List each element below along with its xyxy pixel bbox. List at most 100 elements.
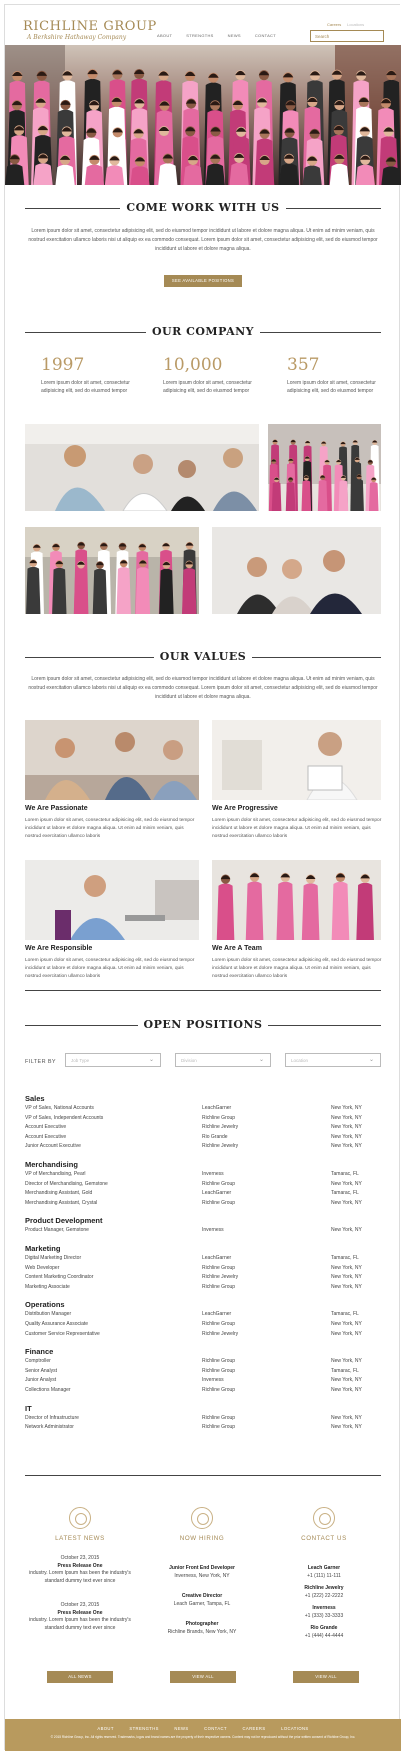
company-photo-group-pink	[268, 424, 381, 511]
job-row[interactable]: Director of Merchandising, Gemstone Richl…	[25, 1181, 385, 1190]
job-location: New York, NY	[331, 1377, 362, 1384]
job-title: Director of Merchandising, Gemstone	[25, 1180, 108, 1187]
footer-link-news[interactable]: NEWS	[174, 1726, 188, 1731]
job-row[interactable]: Junior Account Executive Richline Jewelry…	[25, 1143, 385, 1152]
see-positions-button[interactable]: SEE AVAILABLE POSITIONS	[164, 275, 242, 287]
job-location: New York, NY	[331, 1414, 362, 1421]
company-photo-executives	[212, 527, 381, 614]
job-row[interactable]: Content Marketing Coordinator Richline Je…	[25, 1274, 385, 1283]
job-row[interactable]: Quality Assurance Associate Richline Grou…	[25, 1321, 385, 1330]
nav-strengths[interactable]: STRENGTHS	[186, 33, 213, 38]
job-row[interactable]: Digital Marketing Director LeachGarner Tam…	[25, 1255, 385, 1264]
job-title: VP of Sales, Independent Accounts	[25, 1114, 104, 1121]
job-title: VP of Sales, National Accounts	[25, 1105, 94, 1111]
job-location: New York, NY	[331, 1264, 362, 1271]
job-division: Richline Group	[202, 1367, 236, 1374]
footer-link-locations[interactable]: LOCATIONS	[281, 1726, 309, 1731]
job-location: New York, NY	[331, 1358, 362, 1365]
job-row[interactable]: Merchandising Assistant, Gold LeachGarner…	[25, 1190, 385, 1199]
job-row[interactable]: Director of Infrastructure Richline Group…	[25, 1415, 385, 1424]
job-row[interactable]: Network Administrator Richline Group New Y…	[25, 1424, 385, 1433]
division-select[interactable]: Division ⌄	[175, 1053, 271, 1067]
job-location: New York, NY	[331, 1227, 362, 1234]
divider	[25, 1475, 381, 1476]
job-row[interactable]: VP of Sales, Independent Accounts Richlin…	[25, 1115, 385, 1124]
job-row[interactable]: Junior Analyst Inverness New York, NY	[25, 1377, 385, 1386]
job-division: LeachGarner	[202, 1255, 232, 1261]
job-division: Richline Jewelry	[202, 1274, 239, 1281]
job-row[interactable]: Account Executive Rio Grande New York, NY	[25, 1134, 385, 1143]
job-title: Junior Account Executive	[25, 1143, 81, 1150]
hiring-item[interactable]: Creative Director Leach Garner, Tampa, FL	[142, 1593, 262, 1608]
job-division: LeachGarner	[202, 1190, 232, 1197]
logo[interactable]: RICHLINE GROUP	[23, 19, 157, 34]
news-item[interactable]: October 23, 2015 Press Release One industr…	[20, 1602, 140, 1632]
hiring-item[interactable]: Junior Front End Developer Inverness, New…	[142, 1565, 262, 1580]
value-text-progressive: Lorem ipsum dolor sit amet, consectetur …	[212, 818, 382, 839]
news-item[interactable]: October 23, 2015 Press Release One industr…	[20, 1555, 140, 1585]
job-row[interactable]: Comptroller Richline Group New York, NY	[25, 1358, 385, 1367]
nav-news[interactable]: NEWS	[228, 33, 241, 38]
job-title: VP of Merchandising, Pearl	[25, 1171, 86, 1177]
hero-crowd-photo	[5, 45, 401, 185]
job-title: Content Marketing Coordinator	[25, 1274, 94, 1281]
job-location: New York, NY	[331, 1387, 362, 1393]
value-photo-team	[212, 860, 381, 940]
job-division: Rio Grande	[202, 1133, 228, 1140]
stat-count: 357 Lorem ipsum dolor sit amet, consecte…	[287, 355, 376, 394]
site-header: RICHLINE GROUP A Berkshire Hathaway Comp…	[5, 5, 401, 45]
job-title: Digital Marketing Director	[25, 1255, 82, 1261]
job-division: Richline Group	[202, 1283, 236, 1290]
search-input[interactable]: Search	[310, 30, 384, 42]
value-title-team: We Are A Team	[212, 945, 262, 952]
job-row[interactable]: Customer Service Representative Richline …	[25, 1331, 385, 1340]
value-title-responsible: We Are Responsible	[25, 945, 93, 952]
location-select[interactable]: Location ⌄	[285, 1053, 381, 1067]
job-division: Richline Group	[202, 1180, 236, 1187]
stat-employees: 10,000 Lorem ipsum dolor sit amet, conse…	[163, 355, 252, 394]
job-type-select[interactable]: Job Type ⌄	[65, 1053, 161, 1067]
job-title: Distribution Manager	[25, 1311, 72, 1318]
nav-about[interactable]: ABOUT	[157, 33, 172, 38]
hiring-item[interactable]: Photographer Richline Brands, New York, N…	[142, 1621, 262, 1636]
job-row[interactable]: Product Manager, Gemstone Inverness New Yo…	[25, 1227, 385, 1236]
section-title-positions: OPEN POSITIONS	[5, 1018, 401, 1032]
footer-link-careers[interactable]: CAREERS	[242, 1726, 265, 1731]
job-title: Web Developer	[25, 1264, 60, 1271]
job-location: New York, NY	[331, 1424, 362, 1431]
filter-label: FILTER BY	[25, 1059, 57, 1065]
job-division: Richline Group	[202, 1387, 236, 1393]
footer-link-strengths[interactable]: STRENGTHS	[129, 1726, 158, 1731]
job-row[interactable]: Senior Analyst Richline Group Tamarac, FL	[25, 1368, 385, 1377]
job-row[interactable]: Merchandising Assistant, Crystal Richline…	[25, 1200, 385, 1209]
job-division: Richline Group	[202, 1358, 236, 1365]
hero-image	[5, 45, 401, 185]
job-division: LeachGarner	[202, 1105, 232, 1111]
logo-tagline: A Berkshire Hathaway Company	[27, 34, 127, 41]
copyright-text: © 2015 Richline Group, Inc. All rights r…	[50, 1735, 356, 1739]
nav-contact[interactable]: CONTACT	[255, 33, 276, 38]
job-row[interactable]: Account Executive Richline Jewelry New Yor…	[25, 1124, 385, 1133]
job-row[interactable]: Collections Manager Richline Group New Yor…	[25, 1387, 385, 1396]
view-all-jobs-button[interactable]: VIEW ALL	[170, 1671, 236, 1683]
contact-item: Richline Jewelry +1 (222) 22-2222	[304, 1585, 344, 1599]
job-division: LeachGarner	[202, 1311, 232, 1318]
job-location: New York, NY	[331, 1124, 362, 1131]
top-link-careers[interactable]: Careers	[327, 22, 341, 27]
all-news-button[interactable]: ALL NEWS	[47, 1671, 113, 1683]
value-title-passionate: We Are Passionate	[25, 805, 88, 812]
view-all-contacts-button[interactable]: VIEW ALL	[293, 1671, 359, 1683]
job-row[interactable]: VP of Sales, National Accounts LeachGarne…	[25, 1105, 385, 1114]
section-title-work: COME WORK WITH US	[5, 201, 401, 215]
job-row[interactable]: Web Developer Richline Group New York, NY	[25, 1265, 385, 1274]
job-row[interactable]: VP of Merchandising, Pearl Inverness Tamar…	[25, 1171, 385, 1180]
job-row[interactable]: Marketing Associate Richline Group New Yor…	[25, 1284, 385, 1293]
footer-link-about[interactable]: ABOUT	[97, 1726, 113, 1731]
footer-link-contact[interactable]: CONTACT	[204, 1726, 227, 1731]
top-link-locations[interactable]: Locations	[347, 22, 364, 27]
contact-badge-icon	[313, 1507, 335, 1529]
job-row[interactable]: Distribution Manager LeachGarner Tamarac, …	[25, 1311, 385, 1320]
value-title-progressive: We Are Progressive	[212, 805, 278, 812]
job-division: Inverness	[202, 1377, 224, 1384]
value-photo-responsible	[25, 860, 199, 940]
